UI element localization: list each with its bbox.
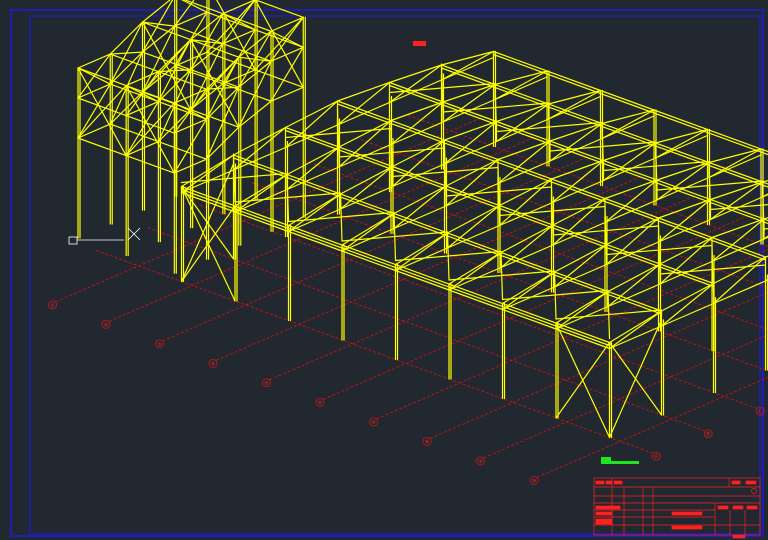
grid-axis-5-text: ⑤ bbox=[264, 381, 269, 387]
truss-top-chord bbox=[657, 198, 712, 219]
truss-diagonal bbox=[494, 70, 548, 101]
truss-top-chord bbox=[547, 89, 602, 105]
truss-bottom-chord bbox=[708, 154, 762, 179]
truss-top-chord bbox=[388, 64, 443, 84]
roof-brace bbox=[607, 289, 611, 340]
truss-bottom-chord bbox=[604, 199, 658, 224]
grid-axis-6-text: ⑥ bbox=[318, 400, 323, 406]
grid-axis-B-text: Ⓑ bbox=[706, 431, 711, 438]
axis-line-width bbox=[303, 159, 768, 330]
truss-diagonal bbox=[607, 263, 661, 308]
grid-axis-B: Ⓑ bbox=[703, 429, 713, 439]
grid-axis-2-text: ② bbox=[104, 322, 109, 328]
grid-axis-C-text: Ⓒ bbox=[758, 408, 763, 415]
eave-beam bbox=[448, 289, 504, 311]
truss-top-chord bbox=[497, 140, 551, 161]
truss-bottom-chord bbox=[711, 238, 765, 263]
eave-beam bbox=[501, 308, 557, 330]
truss-diagonal bbox=[708, 148, 762, 179]
annex-brace bbox=[77, 67, 127, 157]
steel-frame[interactable] bbox=[77, 0, 768, 439]
eave-beam bbox=[394, 269, 450, 291]
grid-axis-4-text: ④ bbox=[211, 361, 216, 367]
truss-top-chord bbox=[711, 218, 765, 239]
truss-diagonal bbox=[500, 224, 554, 269]
grid-axis-3: ③ bbox=[155, 339, 164, 349]
truss-bottom-chord bbox=[601, 115, 655, 140]
truss-top-chord bbox=[494, 70, 548, 86]
truss-bottom-chord bbox=[497, 160, 551, 185]
roof-brace bbox=[339, 192, 343, 242]
truss-top-chord bbox=[604, 179, 658, 200]
truss-top-chord bbox=[336, 81, 391, 102]
truss-diagonal bbox=[654, 128, 709, 159]
red-marker bbox=[413, 41, 426, 46]
truss-bottom-chord bbox=[550, 179, 605, 204]
scale-bar bbox=[601, 457, 639, 464]
grid-axis-9-text: ⑨ bbox=[478, 459, 483, 465]
grid-axis-1: ① bbox=[48, 300, 57, 310]
eave-beam bbox=[555, 328, 611, 350]
truss-diagonal bbox=[393, 185, 447, 230]
truss-diagonal bbox=[286, 146, 340, 191]
grid-axis-2: ② bbox=[101, 319, 111, 329]
annex-brace bbox=[141, 21, 192, 111]
truss-top-chord bbox=[550, 159, 605, 180]
grid-axis-A-text: Ⓐ bbox=[654, 453, 659, 460]
grid-axis-8: ⑧ bbox=[422, 436, 432, 446]
truss-top-chord bbox=[443, 120, 498, 141]
grid-axis-5: ⑤ bbox=[262, 378, 271, 388]
truss-bottom-chord bbox=[547, 95, 602, 120]
end-brace bbox=[608, 341, 663, 416]
truss-top-chord bbox=[390, 101, 444, 122]
roof-brace bbox=[393, 211, 397, 262]
grid-axis-3-text: ③ bbox=[157, 342, 162, 348]
end-brace bbox=[180, 185, 235, 260]
cad-drawing-canvas[interactable]: ①②③④⑤⑥⑦⑧⑨⑩ⒶⒷⒸⒹⒺⒻⒼ bbox=[0, 0, 768, 540]
truss-diagonal bbox=[440, 50, 495, 81]
truss-bottom-chord bbox=[494, 76, 548, 101]
truss-top-chord bbox=[440, 50, 495, 66]
grid-axis-10-text: ⑩ bbox=[532, 478, 537, 484]
truss-diagonal bbox=[601, 109, 655, 140]
roof-brace bbox=[500, 250, 504, 301]
truss-diagonal bbox=[660, 282, 715, 327]
truss-bottom-chord bbox=[443, 140, 498, 165]
grid-axis-A: Ⓐ bbox=[651, 451, 661, 461]
annex-mid-chord bbox=[109, 51, 144, 85]
truss-bottom-chord bbox=[336, 101, 391, 126]
truss-bottom-chord bbox=[712, 280, 767, 305]
grid-axis-9: ⑨ bbox=[476, 456, 485, 466]
axis-line-length bbox=[536, 377, 768, 478]
grid-axis-1-text: ① bbox=[50, 303, 55, 309]
eave-beam bbox=[287, 230, 343, 252]
grid-axis-10: ⑩ bbox=[529, 475, 539, 485]
truss-top-chord bbox=[708, 148, 762, 164]
grid-axis-7-text: ⑦ bbox=[371, 420, 376, 426]
truss-bottom-chord bbox=[654, 134, 709, 159]
roof-brace bbox=[446, 231, 450, 281]
roof-brace bbox=[553, 270, 557, 320]
truss-diagonal bbox=[547, 89, 602, 120]
truss-bottom-chord bbox=[440, 56, 495, 81]
eave-beam bbox=[234, 211, 290, 233]
title-block bbox=[593, 477, 761, 539]
truss-top-chord bbox=[654, 128, 709, 144]
grid-axis-8-text: ⑧ bbox=[425, 439, 430, 445]
grid-axis-4: ④ bbox=[208, 358, 218, 368]
truss-bottom-chord bbox=[657, 218, 712, 243]
truss-top-chord bbox=[601, 109, 655, 125]
truss-diagonal bbox=[553, 243, 608, 288]
annex-top-chord bbox=[109, 21, 144, 55]
truss-diagonal bbox=[339, 165, 394, 210]
annex-top-chord bbox=[141, 0, 171, 23]
grid-axis-7: ⑦ bbox=[369, 417, 378, 427]
eave-beam bbox=[341, 250, 397, 272]
annex-diagonal bbox=[270, 30, 304, 48]
grid-axis-6: ⑥ bbox=[315, 397, 325, 407]
annex-brace bbox=[190, 39, 240, 128]
truss-bottom-chord bbox=[390, 121, 444, 146]
truss-diagonal bbox=[446, 204, 501, 249]
